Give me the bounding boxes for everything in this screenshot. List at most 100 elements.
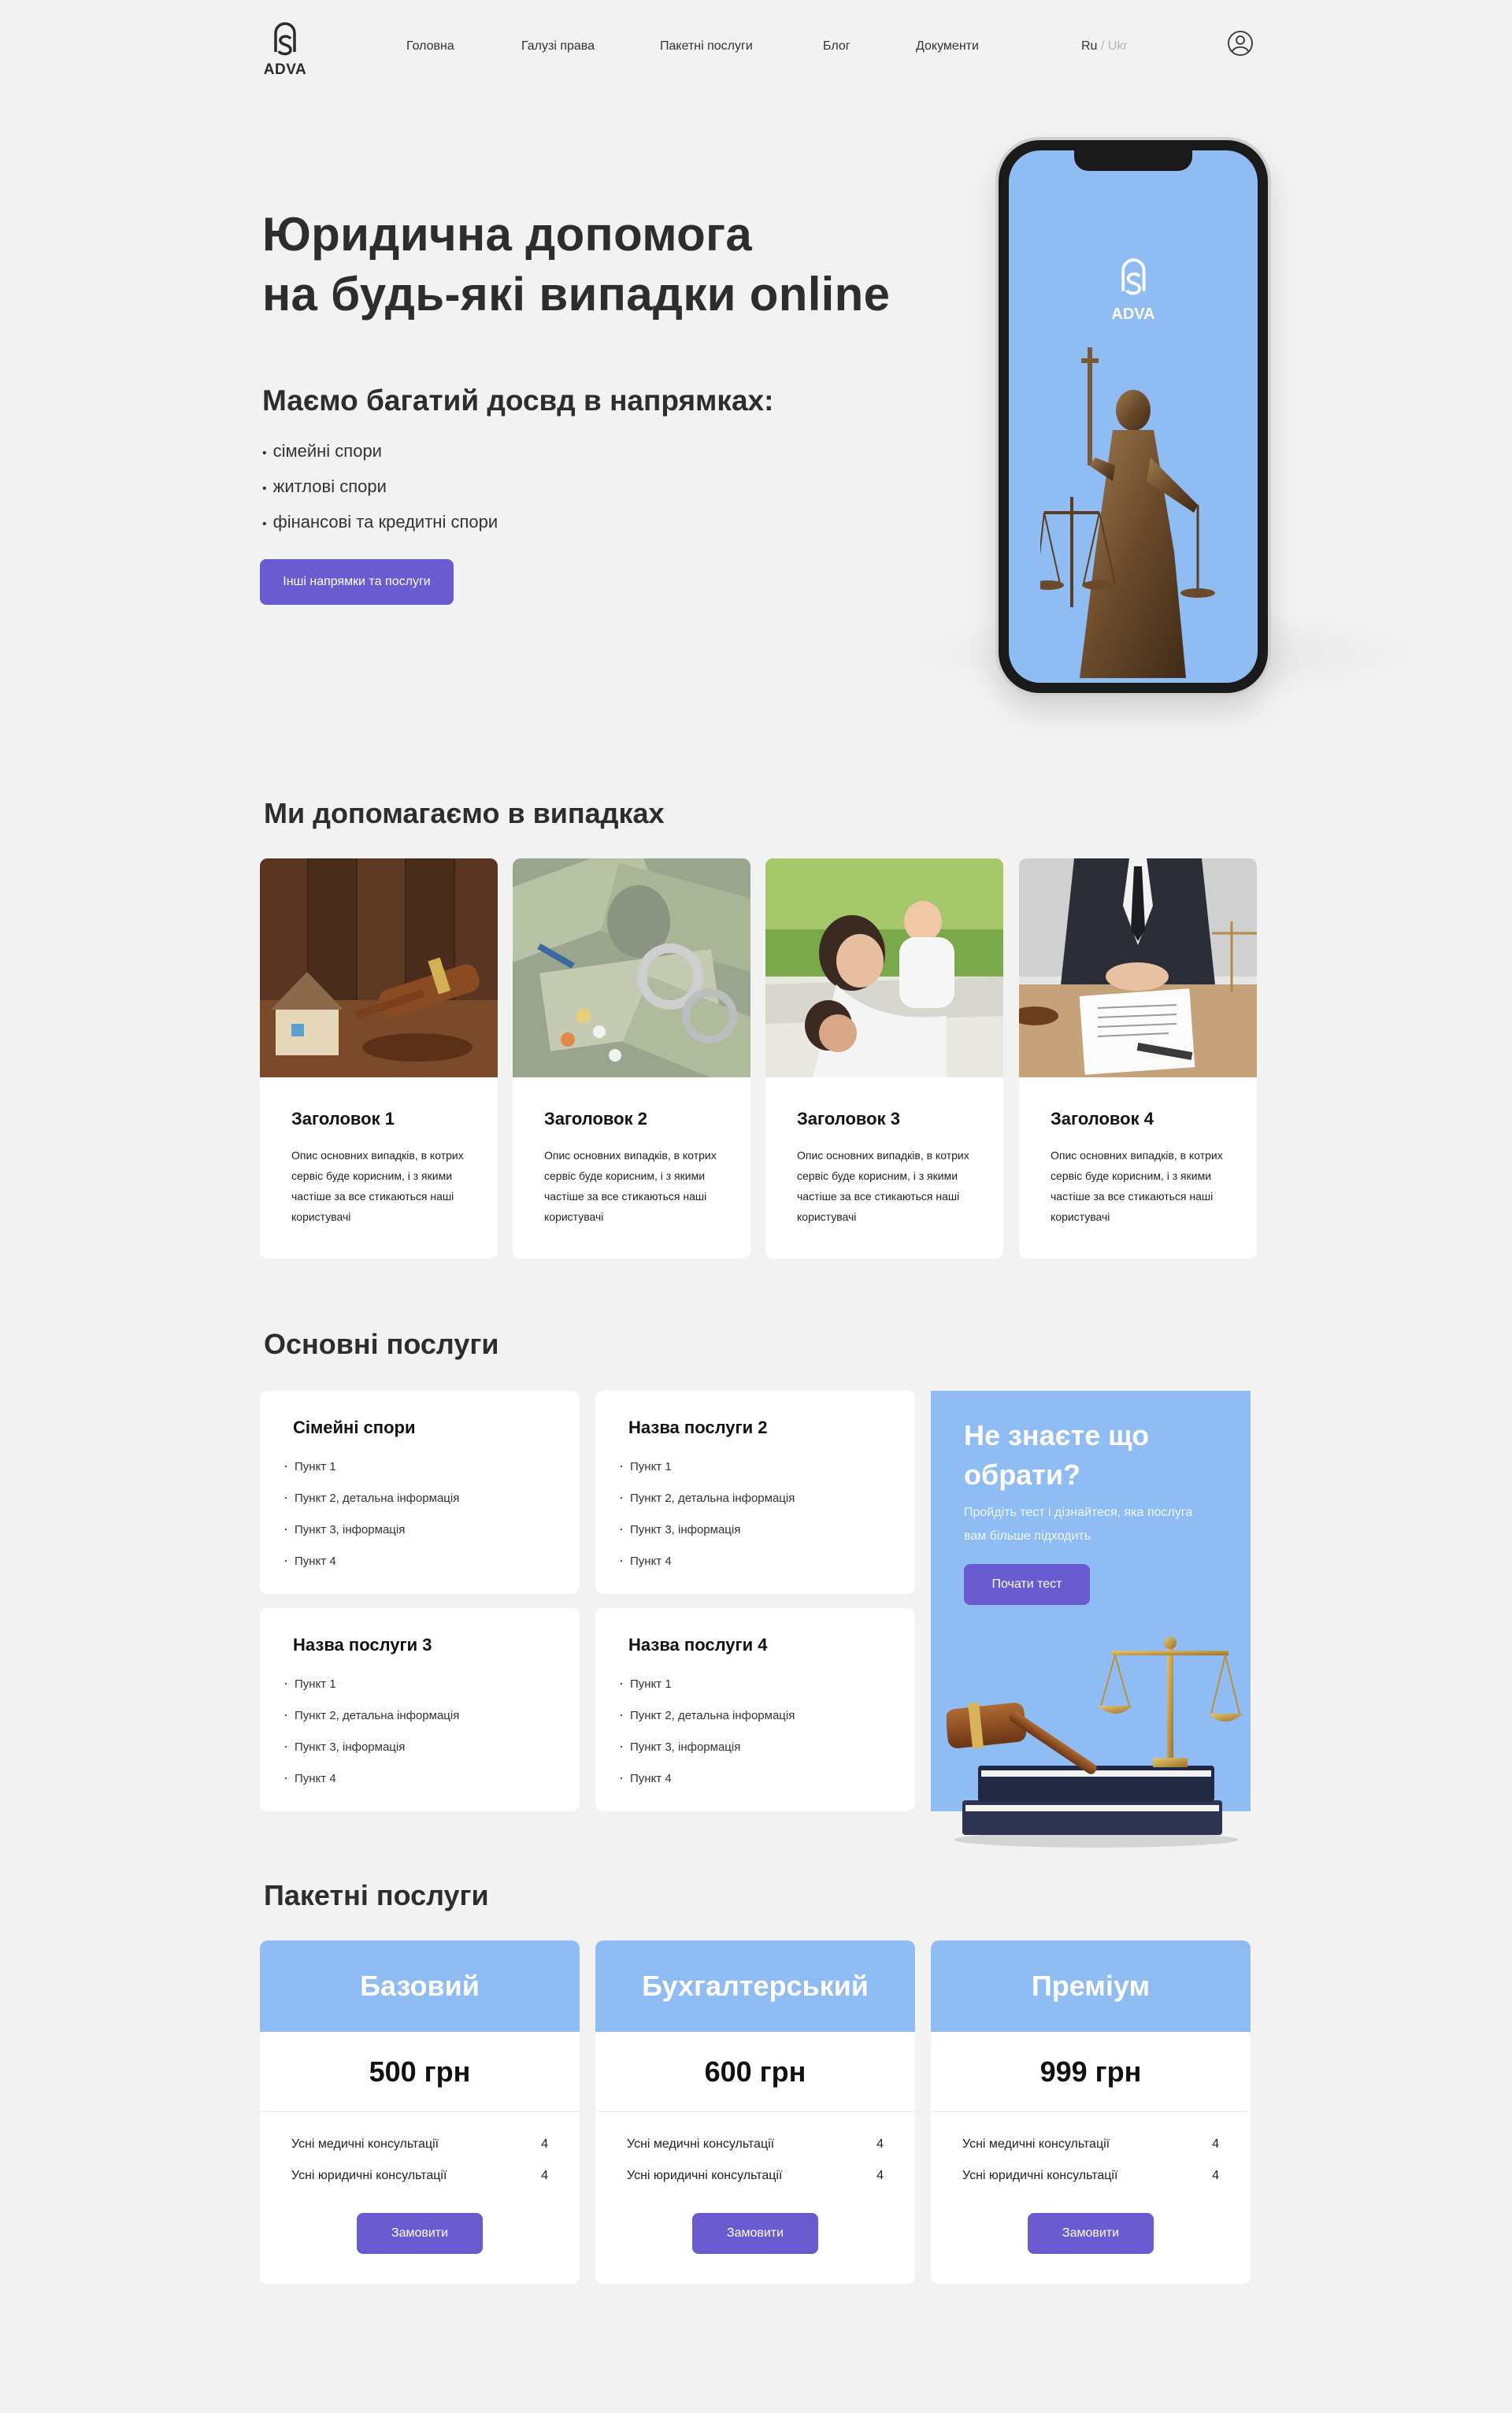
- logo-text: ADVA: [263, 61, 307, 78]
- phone-notch: [1074, 150, 1192, 171]
- service-item: Пункт 1: [284, 1668, 459, 1699]
- package-row-value: 4: [1212, 2137, 1219, 2151]
- package-row-label: Усні юридичні консультації: [962, 2169, 1118, 2182]
- cases-section-title: Ми допомагаємо в випадках: [264, 797, 665, 829]
- nav-home[interactable]: Головна: [406, 39, 454, 54]
- package-price: 999 грн: [931, 2032, 1251, 2112]
- package-row: Усні юридичні консультації 4: [627, 2169, 884, 2183]
- order-button[interactable]: Замовити: [692, 2213, 818, 2254]
- case-card[interactable]: Заголовок 4 Опис основних випадків, в ко…: [1019, 858, 1257, 1258]
- package-card-premium: Преміум 999 грн Усні медичні консультаці…: [931, 1940, 1251, 2284]
- service-items: Пункт 1 Пункт 2, детальна інформація Пун…: [619, 1668, 795, 1794]
- logo-icon: [274, 22, 296, 56]
- case-image-lawyer: [1019, 858, 1257, 1077]
- hero-title-line2: на будь-які випадки online: [262, 268, 891, 321]
- package-row: Усні медичні консультації 4: [291, 2137, 548, 2152]
- themis-statue-image: [1040, 347, 1215, 678]
- case-image-money: [513, 858, 750, 1077]
- order-button[interactable]: Замовити: [1028, 2213, 1154, 2254]
- case-card[interactable]: Заголовок 2 Опис основних випадків, в ко…: [513, 858, 750, 1258]
- user-account-icon[interactable]: [1227, 30, 1254, 57]
- package-name: Преміум: [931, 1940, 1251, 2032]
- package-row-value: 4: [1212, 2169, 1219, 2182]
- case-card[interactable]: Заголовок 3 Опис основних випадків, в ко…: [765, 858, 1003, 1258]
- service-item: Пункт 2, детальна інформація: [284, 1482, 459, 1514]
- service-item: Пункт 3, інформація: [619, 1514, 795, 1545]
- package-row: Усні юридичні консультації 4: [962, 2169, 1219, 2183]
- service-item: Пункт 1: [284, 1451, 459, 1482]
- service-item: Пункт 4: [284, 1545, 459, 1577]
- phone-logo: ADVA: [1111, 253, 1155, 324]
- case-card[interactable]: Заголовок 1 Опис основних випадків, в ко…: [260, 858, 498, 1258]
- case-title: Заголовок 4: [1051, 1109, 1154, 1129]
- package-row-label: Усні медичні консультації: [962, 2137, 1110, 2151]
- lang-separator: /: [1100, 39, 1105, 53]
- hero-subtitle: Маємо багатий досвд в напрямках:: [262, 384, 774, 417]
- lang-ru[interactable]: Ru: [1081, 39, 1097, 53]
- logo-icon: [1121, 258, 1146, 295]
- service-item: Пункт 2, детальна інформація: [619, 1699, 795, 1731]
- package-name: Базовий: [260, 1940, 580, 2032]
- package-row-value: 4: [876, 2137, 884, 2151]
- lang-ukr[interactable]: Ukr: [1108, 39, 1128, 53]
- nav-packages[interactable]: Пакетні послуги: [660, 39, 753, 54]
- order-button[interactable]: Замовити: [357, 2213, 483, 2254]
- phone-mockup: ADVA: [999, 140, 1268, 693]
- package-row-value: 4: [541, 2169, 548, 2182]
- case-description: Опис основних випадків, в котрих сервіс …: [291, 1149, 464, 1223]
- package-card-basic: Базовий 500 грн Усні медичні консультаці…: [260, 1940, 580, 2284]
- start-test-button[interactable]: Почати тест: [964, 1564, 1090, 1605]
- other-services-button[interactable]: Інші напрямки та послуги: [260, 559, 454, 605]
- promo-text: Пройдіть тест і дізнайтеся, яка послуга …: [964, 1506, 1193, 1543]
- site-header: ADVA Головна Галузі права Пакетні послуг…: [0, 0, 1512, 87]
- language-switcher: Ru / Ukr: [1081, 39, 1128, 54]
- packages-section-title: Пакетні послуги: [264, 1879, 489, 1911]
- service-title: Сімейні спори: [293, 1418, 416, 1437]
- service-item: Пункт 3, інформація: [284, 1514, 459, 1545]
- service-items: Пункт 1 Пункт 2, детальна інформація Пун…: [284, 1451, 459, 1577]
- nav-documents[interactable]: Документи: [916, 39, 979, 54]
- case-description: Опис основних випадків, в котрих сервіс …: [797, 1149, 969, 1223]
- service-item: Пункт 1: [619, 1451, 795, 1482]
- package-row: Усні медичні консультації 4: [627, 2137, 884, 2152]
- service-items: Пункт 1 Пункт 2, детальна інформація Пун…: [284, 1668, 459, 1794]
- case-title: Заголовок 3: [797, 1109, 900, 1129]
- package-row-value: 4: [876, 2169, 884, 2182]
- service-title: Назва послуги 2: [628, 1418, 768, 1437]
- case-title: Заголовок 1: [291, 1109, 395, 1129]
- phone-logo-text: ADVA: [1111, 306, 1155, 323]
- quiz-promo-card: Не знаєте що обрати? Пройдіть тест і діз…: [931, 1391, 1251, 1848]
- scales-books-gavel-image: [947, 1636, 1243, 1848]
- case-image-family: [765, 858, 1003, 1077]
- service-item: Пункт 2, детальна інформація: [284, 1699, 459, 1731]
- case-description: Опис основних випадків, в котрих сервіс …: [1051, 1149, 1223, 1223]
- service-item: Пункт 4: [619, 1545, 795, 1577]
- nav-blog[interactable]: Блог: [823, 39, 850, 54]
- package-name: Бухгалтерський: [595, 1940, 915, 2032]
- package-row: Усні юридичні консультації 4: [291, 2169, 548, 2183]
- service-item: Пункт 1: [619, 1668, 795, 1699]
- service-item: Пункт 4: [284, 1762, 459, 1794]
- service-card[interactable]: Назва послуги 3 Пункт 1 Пункт 2, детальн…: [260, 1608, 580, 1811]
- service-card[interactable]: Назва послуги 2 Пункт 1 Пункт 2, детальн…: [595, 1391, 915, 1594]
- service-card[interactable]: Назва послуги 4 Пункт 1 Пункт 2, детальн…: [595, 1608, 915, 1811]
- package-row-label: Усні медичні консультації: [627, 2137, 775, 2151]
- package-row-label: Усні юридичні консультації: [291, 2169, 447, 2182]
- service-card[interactable]: Сімейні спори Пункт 1 Пункт 2, детальна …: [260, 1391, 580, 1594]
- case-image-gavel: [260, 858, 498, 1077]
- case-description: Опис основних випадків, в котрих сервіс …: [544, 1149, 717, 1223]
- promo-title: Не знаєте що обрати?: [964, 1419, 1150, 1491]
- hero-direction-item: житлові спори: [262, 470, 498, 506]
- hero-direction-item: фінансові та кредитні спори: [262, 506, 498, 541]
- hero-title: Юридична допомога на будь-які випадки on…: [262, 205, 890, 324]
- package-row-value: 4: [541, 2137, 548, 2151]
- package-price: 600 грн: [595, 2032, 915, 2112]
- service-item: Пункт 3, інформація: [619, 1731, 795, 1762]
- logo[interactable]: ADVA: [260, 17, 310, 79]
- case-title: Заголовок 2: [544, 1109, 647, 1129]
- package-price: 500 грн: [260, 2032, 580, 2112]
- hero-title-line1: Юридична допомога: [262, 208, 753, 261]
- service-items: Пункт 1 Пункт 2, детальна інформація Пун…: [619, 1451, 795, 1577]
- phone-screen: ADVA: [1009, 150, 1258, 683]
- nav-law-areas[interactable]: Галузі права: [521, 39, 595, 54]
